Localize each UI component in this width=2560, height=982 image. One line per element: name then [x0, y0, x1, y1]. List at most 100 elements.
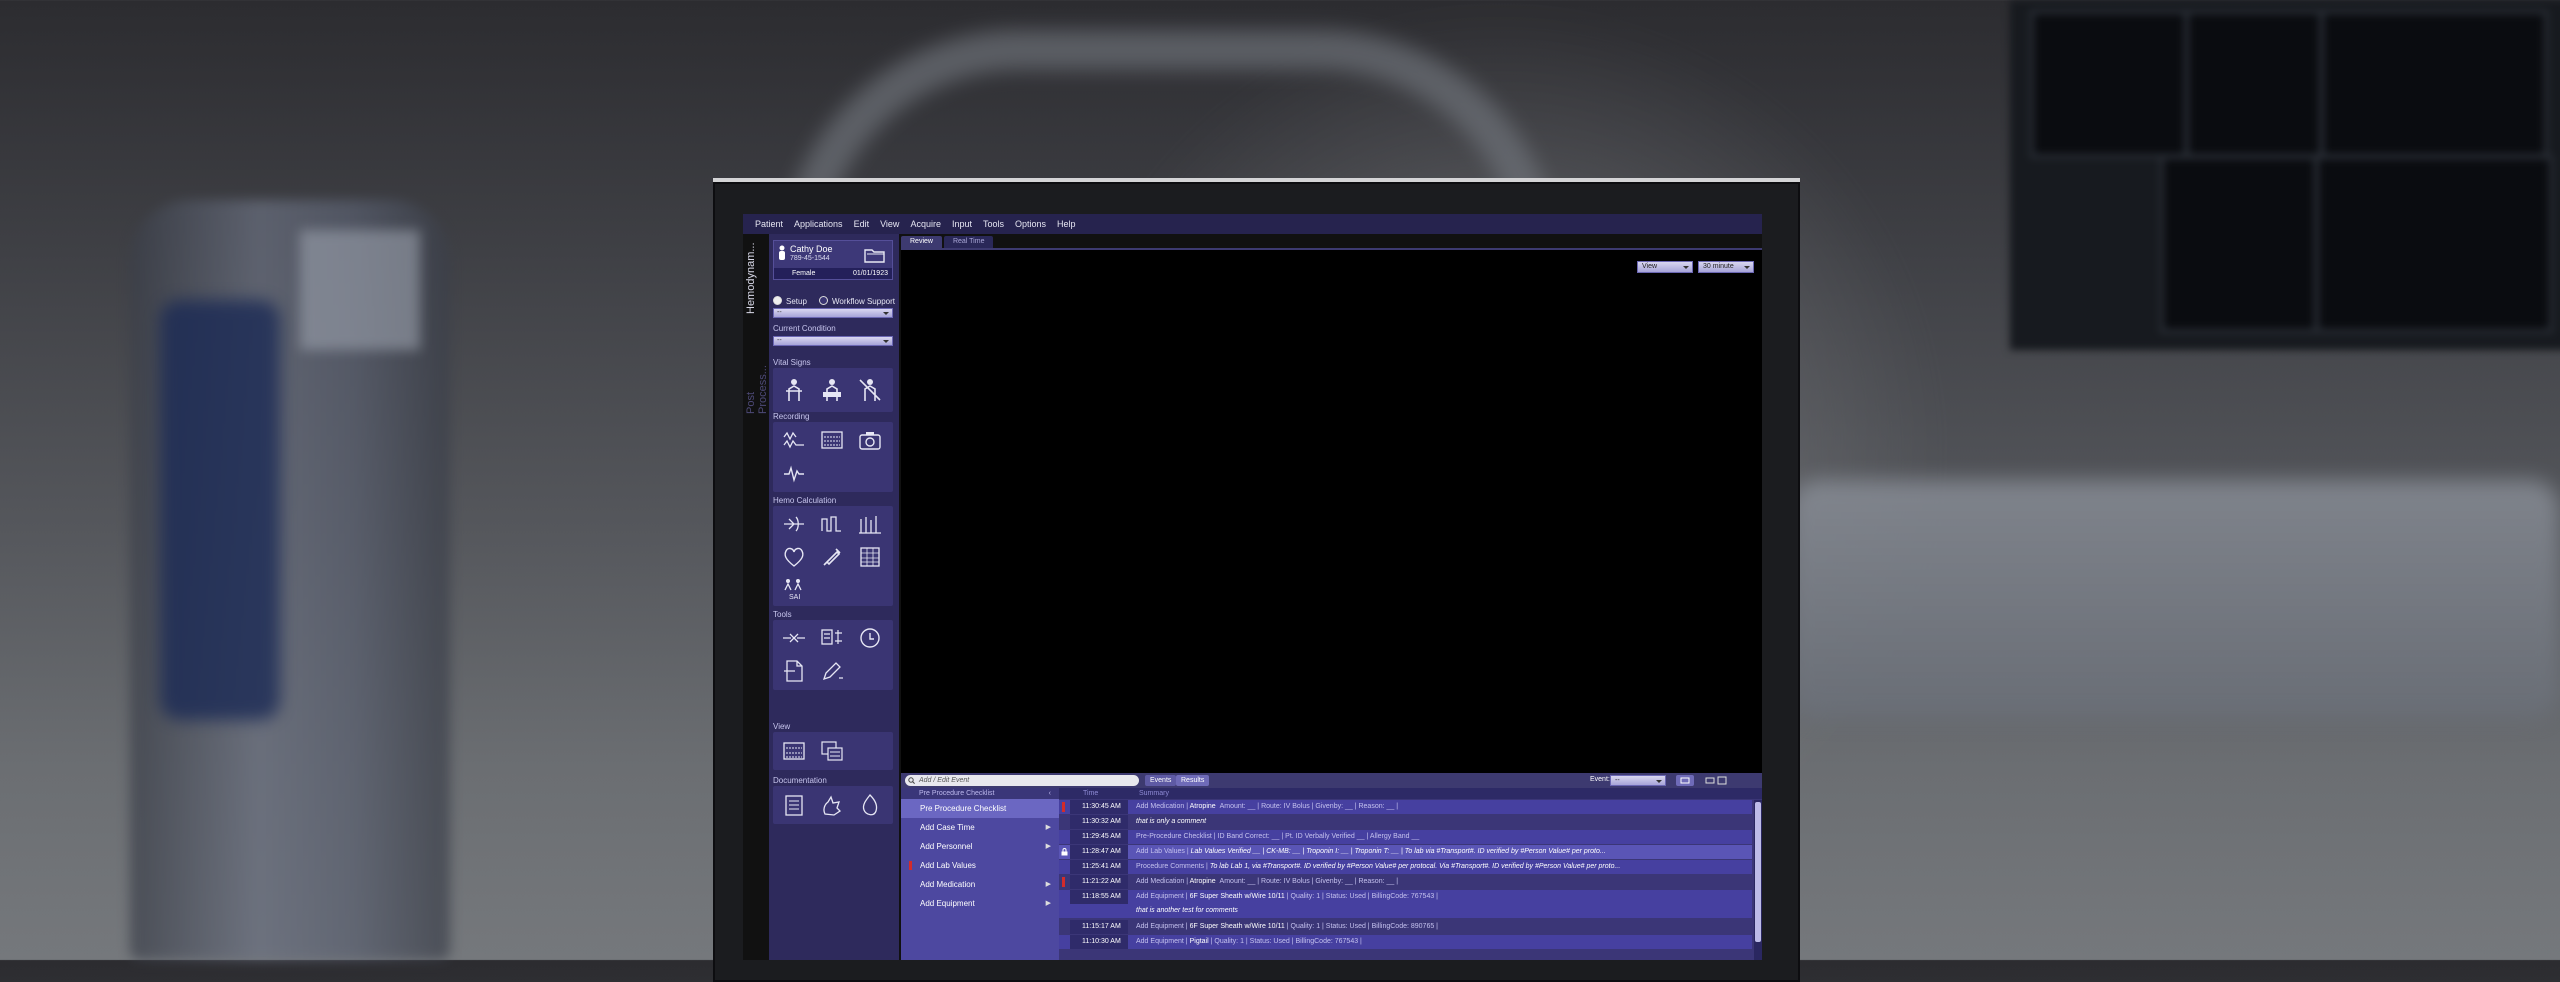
- event-time: 11:28:47 AM: [1070, 845, 1128, 859]
- event-comment: that is only a comment: [1136, 818, 1207, 825]
- checklist-item-label: Add Case Time: [920, 823, 975, 832]
- menu-input[interactable]: Input: [952, 219, 972, 229]
- event-details: To lab Lab 1, via #Transport#. ID verifi…: [1209, 863, 1621, 870]
- table-row[interactable]: 11:21:22 AM Add Medication | Atropine Amo…: [1059, 875, 1752, 889]
- event-summary: Add Equipment | 6F Super Sheath w/Wire 1…: [1136, 890, 1752, 904]
- table-row[interactable]: 11:28:47 AM Add Lab Values | Lab Values V…: [1059, 845, 1752, 859]
- results-button[interactable]: Results: [1176, 775, 1210, 786]
- patient-sex: Female: [792, 270, 816, 277]
- expand-panel-icon[interactable]: [1717, 775, 1727, 786]
- checklist-item-pre-procedure[interactable]: Pre Procedure Checklist: [901, 799, 1059, 818]
- event-kind: Add Lab Values |: [1136, 848, 1189, 855]
- checklist-item-label: Add Lab Values: [920, 861, 976, 870]
- menu-help[interactable]: Help: [1057, 219, 1076, 229]
- documentation-box: [773, 786, 893, 824]
- print-icon[interactable]: [1676, 775, 1694, 786]
- hemo-flow-icon[interactable]: [781, 511, 807, 537]
- table-row[interactable]: 11:30:45 AM Add Medication | Atropine Amo…: [1059, 800, 1752, 814]
- menu-patient[interactable]: Patient: [755, 219, 783, 229]
- checklist-item-case-time[interactable]: Add Case Time ▶: [901, 818, 1059, 837]
- event-summary: that is only a comment: [1136, 815, 1752, 829]
- checklist-item-equipment[interactable]: Add Equipment ▶: [901, 894, 1059, 913]
- menu-tools[interactable]: Tools: [983, 219, 1004, 229]
- radio-workflow-support[interactable]: Workflow Support: [819, 296, 895, 306]
- tools-label: Tools: [773, 610, 792, 619]
- event-details: Amount: __ | Route: IV Bolus | Givenby: …: [1219, 803, 1399, 810]
- current-condition-dropdown[interactable]: --: [773, 336, 893, 346]
- event-time: 11:30:45 AM: [1070, 800, 1128, 814]
- column-time[interactable]: Time: [1083, 788, 1098, 799]
- vtab-hemodynamics[interactable]: Hemodynam...: [745, 242, 767, 314]
- tab-real-time[interactable]: Real Time: [943, 236, 994, 248]
- tools-document-icon[interactable]: [781, 658, 807, 684]
- event-kind: Add Medication |: [1136, 878, 1189, 885]
- waveform-viewport[interactable]: [901, 250, 1762, 773]
- clock-icon[interactable]: [857, 625, 883, 651]
- radio-setup[interactable]: Setup: [773, 296, 807, 306]
- hemo-pressure-icon[interactable]: [819, 511, 845, 537]
- vtab-post-processing[interactable]: Post Process...: [745, 344, 769, 414]
- time-range-dropdown[interactable]: 30 minute: [1698, 261, 1754, 273]
- checklist-header[interactable]: Pre Procedure Checklist ‹: [901, 788, 1059, 799]
- patient-dob: 01/01/1923: [852, 270, 888, 277]
- table-row[interactable]: 11:25:41 AM Procedure Comments | To lab L…: [1059, 860, 1752, 874]
- calculator-table-icon[interactable]: [857, 544, 883, 570]
- documentation-pen-icon[interactable]: [857, 792, 883, 818]
- camera-icon[interactable]: [857, 427, 883, 453]
- events-button[interactable]: Events: [1145, 775, 1177, 786]
- column-summary[interactable]: Summary: [1139, 788, 1169, 799]
- vital-sign-disabled-icon[interactable]: [857, 377, 883, 403]
- background-monitors: [2010, 0, 2560, 350]
- table-row[interactable]: 11:18:55 AM Add Equipment | 6F Super Shea…: [1059, 890, 1752, 904]
- events-scrollbar[interactable]: [1754, 800, 1762, 960]
- table-row[interactable]: 11:10:30 AM Add Equipment | Pigtail | Qua…: [1059, 935, 1752, 949]
- documentation-clipboard-icon[interactable]: [781, 792, 807, 818]
- event-filter-dropdown[interactable]: --: [1610, 775, 1666, 786]
- event-details: ID Band Correct: __ | Pt. ID Verbally Ve…: [1217, 833, 1420, 840]
- chevron-left-icon[interactable]: ‹: [1049, 788, 1051, 799]
- alert-flag: [1062, 877, 1065, 887]
- event-summary: Procedure Comments | To lab Lab 1, via #…: [1136, 860, 1752, 874]
- tab-review[interactable]: Review: [901, 236, 942, 248]
- view-waveform-icon[interactable]: [781, 738, 807, 764]
- folder-icon[interactable]: [864, 247, 886, 263]
- menu-view[interactable]: View: [880, 219, 899, 229]
- menu-edit[interactable]: Edit: [854, 219, 870, 229]
- recording-heart-wave-icon[interactable]: [781, 460, 807, 486]
- menu-acquire[interactable]: Acquire: [910, 219, 941, 229]
- table-row[interactable]: 11:15:17 AM Add Equipment | 6F Super Shea…: [1059, 920, 1752, 934]
- hemo-bars-icon[interactable]: [857, 511, 883, 537]
- documentation-hand-icon[interactable]: [819, 792, 845, 818]
- menu-applications[interactable]: Applications: [794, 219, 843, 229]
- tools-box: [773, 620, 893, 690]
- scrollbar-thumb[interactable]: [1755, 802, 1761, 942]
- view-dropdown[interactable]: View: [1637, 261, 1693, 273]
- recording-waveform-icon[interactable]: [781, 427, 807, 453]
- recording-grid-icon[interactable]: [819, 427, 845, 453]
- table-row[interactable]: that is another test for comments: [1059, 904, 1752, 918]
- add-edit-event-input[interactable]: Add / Edit Event: [905, 775, 1139, 786]
- patient-card[interactable]: Cathy Doe 789-45-1544 Female 01/01/1923: [773, 240, 893, 280]
- table-row[interactable]: 11:30:32 AM that is only a comment: [1059, 815, 1752, 829]
- radio-setup-label: Setup: [786, 297, 807, 306]
- checklist-item-label: Add Equipment: [920, 899, 975, 908]
- checklist-item-medication[interactable]: Add Medication ▶: [901, 875, 1059, 894]
- vital-sign-stop-icon[interactable]: [819, 377, 845, 403]
- pencil-icon[interactable]: [819, 658, 845, 684]
- events-table-header: Time Summary: [1059, 788, 1762, 799]
- minimize-panel-icon[interactable]: [1705, 775, 1715, 786]
- menu-options[interactable]: Options: [1015, 219, 1046, 229]
- vital-sign-person-icon[interactable]: [781, 377, 807, 403]
- checklist-item-lab-values[interactable]: Add Lab Values: [901, 856, 1059, 875]
- heart-icon[interactable]: [781, 544, 807, 570]
- required-flag: [909, 861, 912, 870]
- view-report-icon[interactable]: [819, 738, 845, 764]
- hemo-calculation-label: Hemo Calculation: [773, 496, 837, 505]
- tools-adjust-icon[interactable]: [819, 625, 845, 651]
- setup-dropdown[interactable]: --: [773, 308, 893, 318]
- person-icon: [779, 245, 785, 260]
- checklist-item-personnel[interactable]: Add Personnel ▶: [901, 837, 1059, 856]
- tools-merge-icon[interactable]: [781, 625, 807, 651]
- syringe-icon[interactable]: [819, 544, 845, 570]
- table-row[interactable]: 11:29:45 AM Pre-Procedure Checklist | ID …: [1059, 830, 1752, 844]
